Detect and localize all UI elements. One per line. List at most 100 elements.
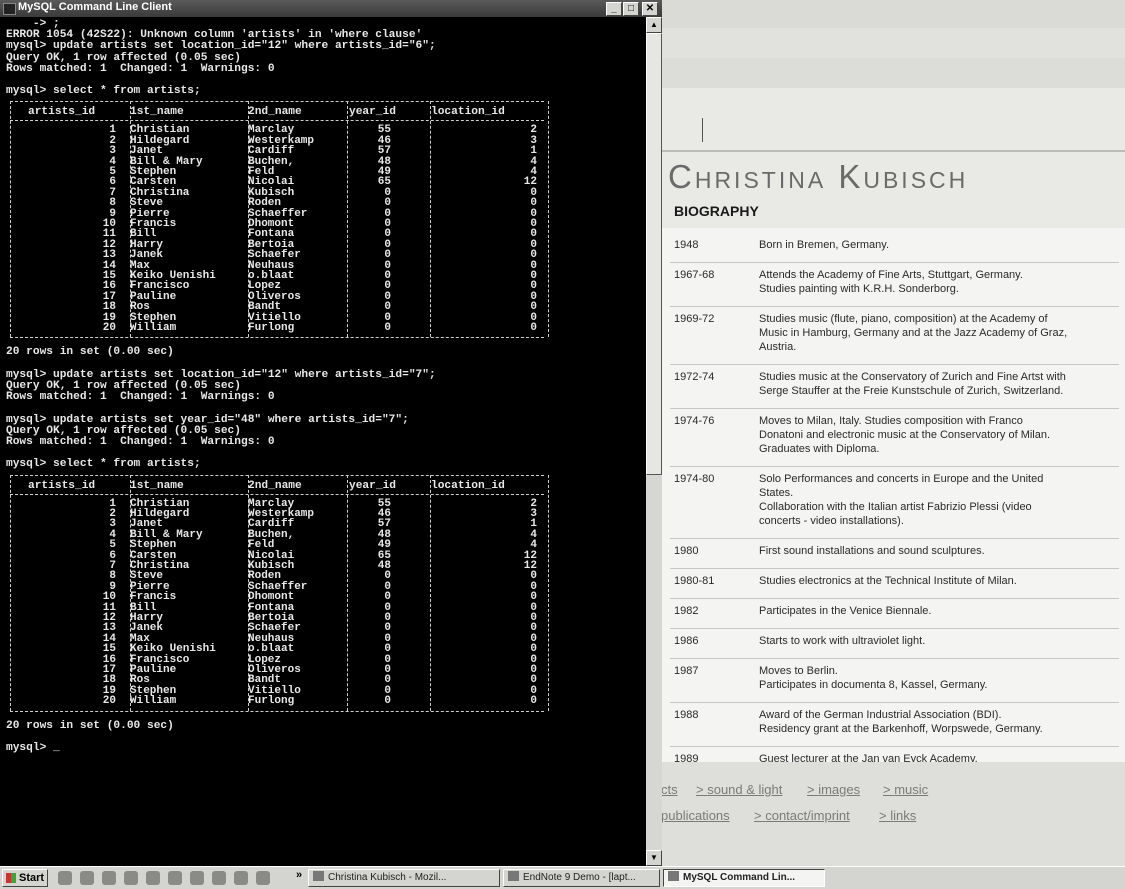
bio-year: 1982 (674, 605, 699, 617)
cell-location-id: 2 (530, 497, 537, 510)
start-label: Start (19, 872, 45, 884)
quicklaunch-desktop-icon[interactable] (58, 871, 72, 885)
cell-location-id: 3 (530, 134, 537, 147)
nav-link-cts[interactable]: cts (661, 782, 678, 797)
task-app-icon (508, 871, 519, 881)
cell-second-name: Furlong (248, 322, 295, 334)
scroll-down-arrow-icon[interactable]: ▼ (646, 850, 662, 866)
task-label: Christina Kubisch - Mozil... (328, 872, 447, 883)
cell-location-id: 0 (530, 301, 537, 314)
quicklaunch-app-icon[interactable] (168, 871, 182, 885)
cell-artists-id: 2 (109, 508, 116, 520)
quicklaunch-browser-icon[interactable] (80, 871, 94, 885)
close-button[interactable]: ✕ (642, 2, 658, 16)
quicklaunch-app-icon[interactable] (190, 871, 204, 885)
bio-text: Award of the German Industrial Associati… (759, 708, 1121, 736)
nav-arrow-icon: > (754, 808, 762, 823)
scroll-up-arrow-icon[interactable]: ▲ (646, 17, 662, 33)
bio-text: Moves to Milan, Italy. Studies compositi… (759, 414, 1121, 456)
quicklaunch-app-icon[interactable] (212, 871, 226, 885)
bio-text-line: States. (759, 487, 794, 499)
bio-text-line: Moves to Milan, Italy. Studies compositi… (759, 415, 1023, 427)
mysql-console-window: MySQL Command Line Client _ □ ✕ -> ; ERRO… (0, 0, 662, 866)
nav-link-contact-imprint[interactable]: > contact/imprint (754, 808, 850, 823)
bio-separator (670, 466, 1119, 467)
cell-location-id: 4 (530, 155, 537, 168)
taskbar-task-button[interactable]: MySQL Command Lin... (663, 869, 825, 887)
cell-artists-id: 1 (109, 124, 116, 137)
console-line: 20 rows in set (0.00 sec) (6, 346, 174, 359)
browser-toolbar (658, 0, 1125, 28)
taskbar-task-button[interactable]: EndNote 9 Demo - [lapt... (503, 869, 660, 887)
column-header: 2nd_name (248, 106, 302, 119)
task-app-icon (313, 871, 324, 881)
bio-text: Starts to work with ultraviolet light. (759, 634, 1121, 648)
bio-entry: 1972-74 Studies music at the Conservatory… (658, 364, 1125, 408)
bio-text: Participates in the Venice Biennale. (759, 604, 1121, 618)
browser-header-band (658, 58, 1125, 88)
minimize-button[interactable]: _ (606, 2, 622, 16)
more-quicklaunch-chevron[interactable]: » (296, 869, 302, 881)
bio-text-line: Austria. (759, 341, 797, 353)
bio-text-line: Donatoni and electronic music at the Con… (759, 429, 1051, 441)
nav-arrow-icon: > (696, 782, 704, 797)
bio-text-line: Graduates with Diploma. (759, 443, 880, 455)
nav-link-images[interactable]: > images (807, 782, 860, 797)
bio-year: 1987 (674, 665, 699, 677)
cell-location-id: 0 (530, 632, 537, 645)
task-app-icon (668, 871, 679, 881)
cell-location-id: 2 (530, 124, 537, 137)
nav-link-label: sound & light (707, 782, 783, 797)
column-header: year_id (349, 106, 396, 119)
column-header: location_id (431, 479, 505, 492)
column-header: artists_id (28, 106, 96, 119)
cell-artists-id: 7 (109, 560, 116, 572)
bio-separator (670, 702, 1119, 703)
column-header: year_id (349, 479, 396, 492)
cell-artists-id: 20 (102, 695, 116, 708)
quicklaunch-app-icon[interactable] (234, 871, 248, 885)
cell-location-id: 12 (523, 549, 537, 562)
scrollbar-thumb[interactable] (646, 33, 662, 475)
console-scrollbar[interactable]: ▲ ▼ (646, 17, 662, 866)
taskbar-task-button[interactable]: Christina Kubisch - Mozil... (308, 869, 500, 887)
table-border (10, 101, 544, 103)
console-output[interactable]: -> ; ERROR 1054 (42S22): Unknown column '… (6, 19, 646, 862)
site-navigation: cts > sound & light > images > music publica… (658, 762, 1125, 866)
cell-location-id: 0 (530, 311, 537, 324)
bio-separator (670, 408, 1119, 409)
quicklaunch-app-icon[interactable] (256, 871, 270, 885)
console-line: Rows matched: 1 Changed: 1 Warnings: 0 (6, 62, 275, 75)
bio-year: 1948 (674, 239, 699, 251)
bio-separator (670, 568, 1119, 569)
start-button[interactable]: Start (2, 869, 48, 887)
bio-text: Studies music at the Conservatory of Zur… (759, 370, 1121, 398)
nav-link-label: images (818, 782, 861, 797)
bio-separator (670, 538, 1119, 539)
column-header: artists_id (28, 479, 96, 492)
bio-text-line: Serge Stauffer at the Freie Kunstschule … (759, 385, 1064, 397)
cell-year-id: 0 (384, 322, 391, 334)
cell-location-id: 0 (530, 218, 537, 230)
bio-text: Studies electronics at the Technical Ins… (759, 574, 1121, 588)
cell-location-id: 0 (530, 601, 537, 614)
nav-link-publications[interactable]: publications (661, 808, 730, 823)
console-line: Query OK, 1 row affected (0.05 sec) (6, 51, 241, 64)
cell-location-id: 0 (530, 664, 537, 676)
column-header: 2nd_name (248, 479, 302, 492)
bio-text: Born in Bremen, Germany. (759, 238, 1121, 252)
bio-entry: 1974-80 Solo Performances and concerts in… (658, 466, 1125, 538)
quicklaunch-app-icon[interactable] (146, 871, 160, 885)
quicklaunch-mail-icon[interactable] (102, 871, 116, 885)
nav-link-sound-light[interactable]: > sound & light (696, 782, 782, 797)
nav-link-links[interactable]: > links (879, 808, 916, 823)
cell-location-id: 0 (530, 270, 537, 282)
bio-text-line: Participates in documenta 8, Kassel, Ger… (759, 679, 988, 691)
cell-artists-id: 20 (102, 322, 116, 334)
cell-artists-id: 1 (109, 497, 116, 510)
console-title-bar[interactable]: MySQL Command Line Client _ □ ✕ (0, 0, 662, 17)
table-column-divider (430, 474, 432, 711)
nav-link-music[interactable]: > music (883, 782, 928, 797)
maximize-button[interactable]: □ (623, 2, 639, 16)
quicklaunch-media-icon[interactable] (124, 871, 138, 885)
